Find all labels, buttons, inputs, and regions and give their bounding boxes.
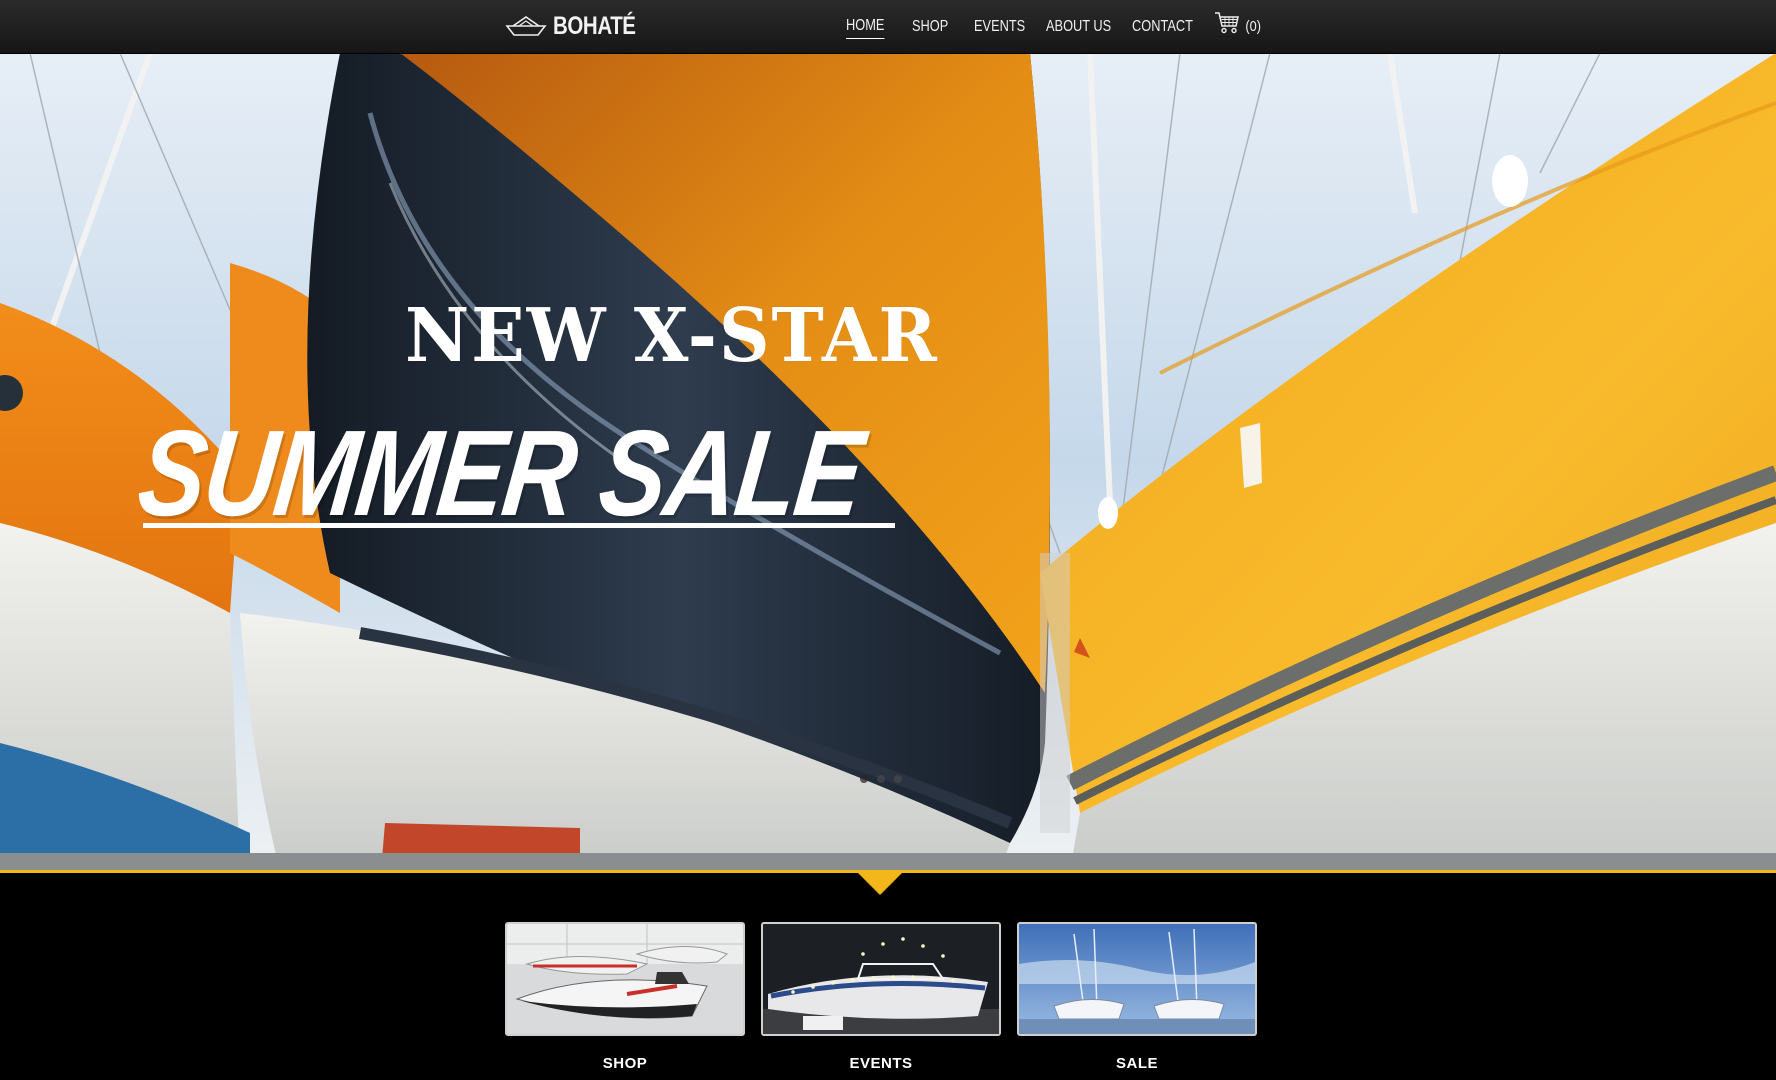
down-arrow-icon: [858, 873, 902, 895]
slider-dot-3[interactable]: [894, 775, 902, 783]
top-navbar: BOHATÉ HOME SHOP EVENTS ABOUT US CONTACT…: [0, 0, 1776, 54]
shopping-cart-icon: [1215, 12, 1239, 34]
slider-dots: [860, 775, 902, 783]
feature-tiles: SHOP EVENTS SALE: [505, 922, 1257, 1080]
tile-shop[interactable]: SHOP: [505, 922, 745, 1072]
nav-about-us[interactable]: ABOUT US: [1046, 18, 1111, 39]
tile-events-image: [761, 922, 1001, 1036]
slider-dot-2[interactable]: [877, 775, 885, 783]
tile-sale-image: [1017, 922, 1257, 1036]
brand-name: BOHATÉ: [553, 11, 636, 40]
nav-home[interactable]: HOME: [846, 17, 885, 39]
hero-headline-underline: [143, 523, 895, 528]
paper-boat-icon: [505, 16, 547, 36]
hero-slider[interactable]: NEW X-STAR SUMMER SALE: [0, 53, 1776, 871]
tile-events[interactable]: EVENTS: [761, 922, 1001, 1072]
slider-dot-1[interactable]: [860, 775, 868, 783]
nav-shop[interactable]: SHOP: [912, 18, 948, 39]
cart-count: (0): [1245, 17, 1261, 35]
nav-events[interactable]: EVENTS: [974, 18, 1025, 39]
tile-sale[interactable]: SALE: [1017, 922, 1257, 1072]
hero-headline-summer-sale: SUMMER SALE: [132, 405, 869, 541]
tile-events-label: EVENTS: [849, 1055, 913, 1072]
tile-shop-image: [505, 922, 745, 1036]
brand-logo[interactable]: BOHATÉ: [505, 10, 654, 42]
tile-sale-label: SALE: [1115, 1055, 1158, 1072]
hero-headline-new-x-star: NEW X-STAR: [405, 293, 939, 379]
cart-button[interactable]: (0): [1214, 11, 1262, 35]
tile-shop-label: SHOP: [602, 1055, 648, 1072]
nav-contact[interactable]: CONTACT: [1132, 18, 1193, 39]
